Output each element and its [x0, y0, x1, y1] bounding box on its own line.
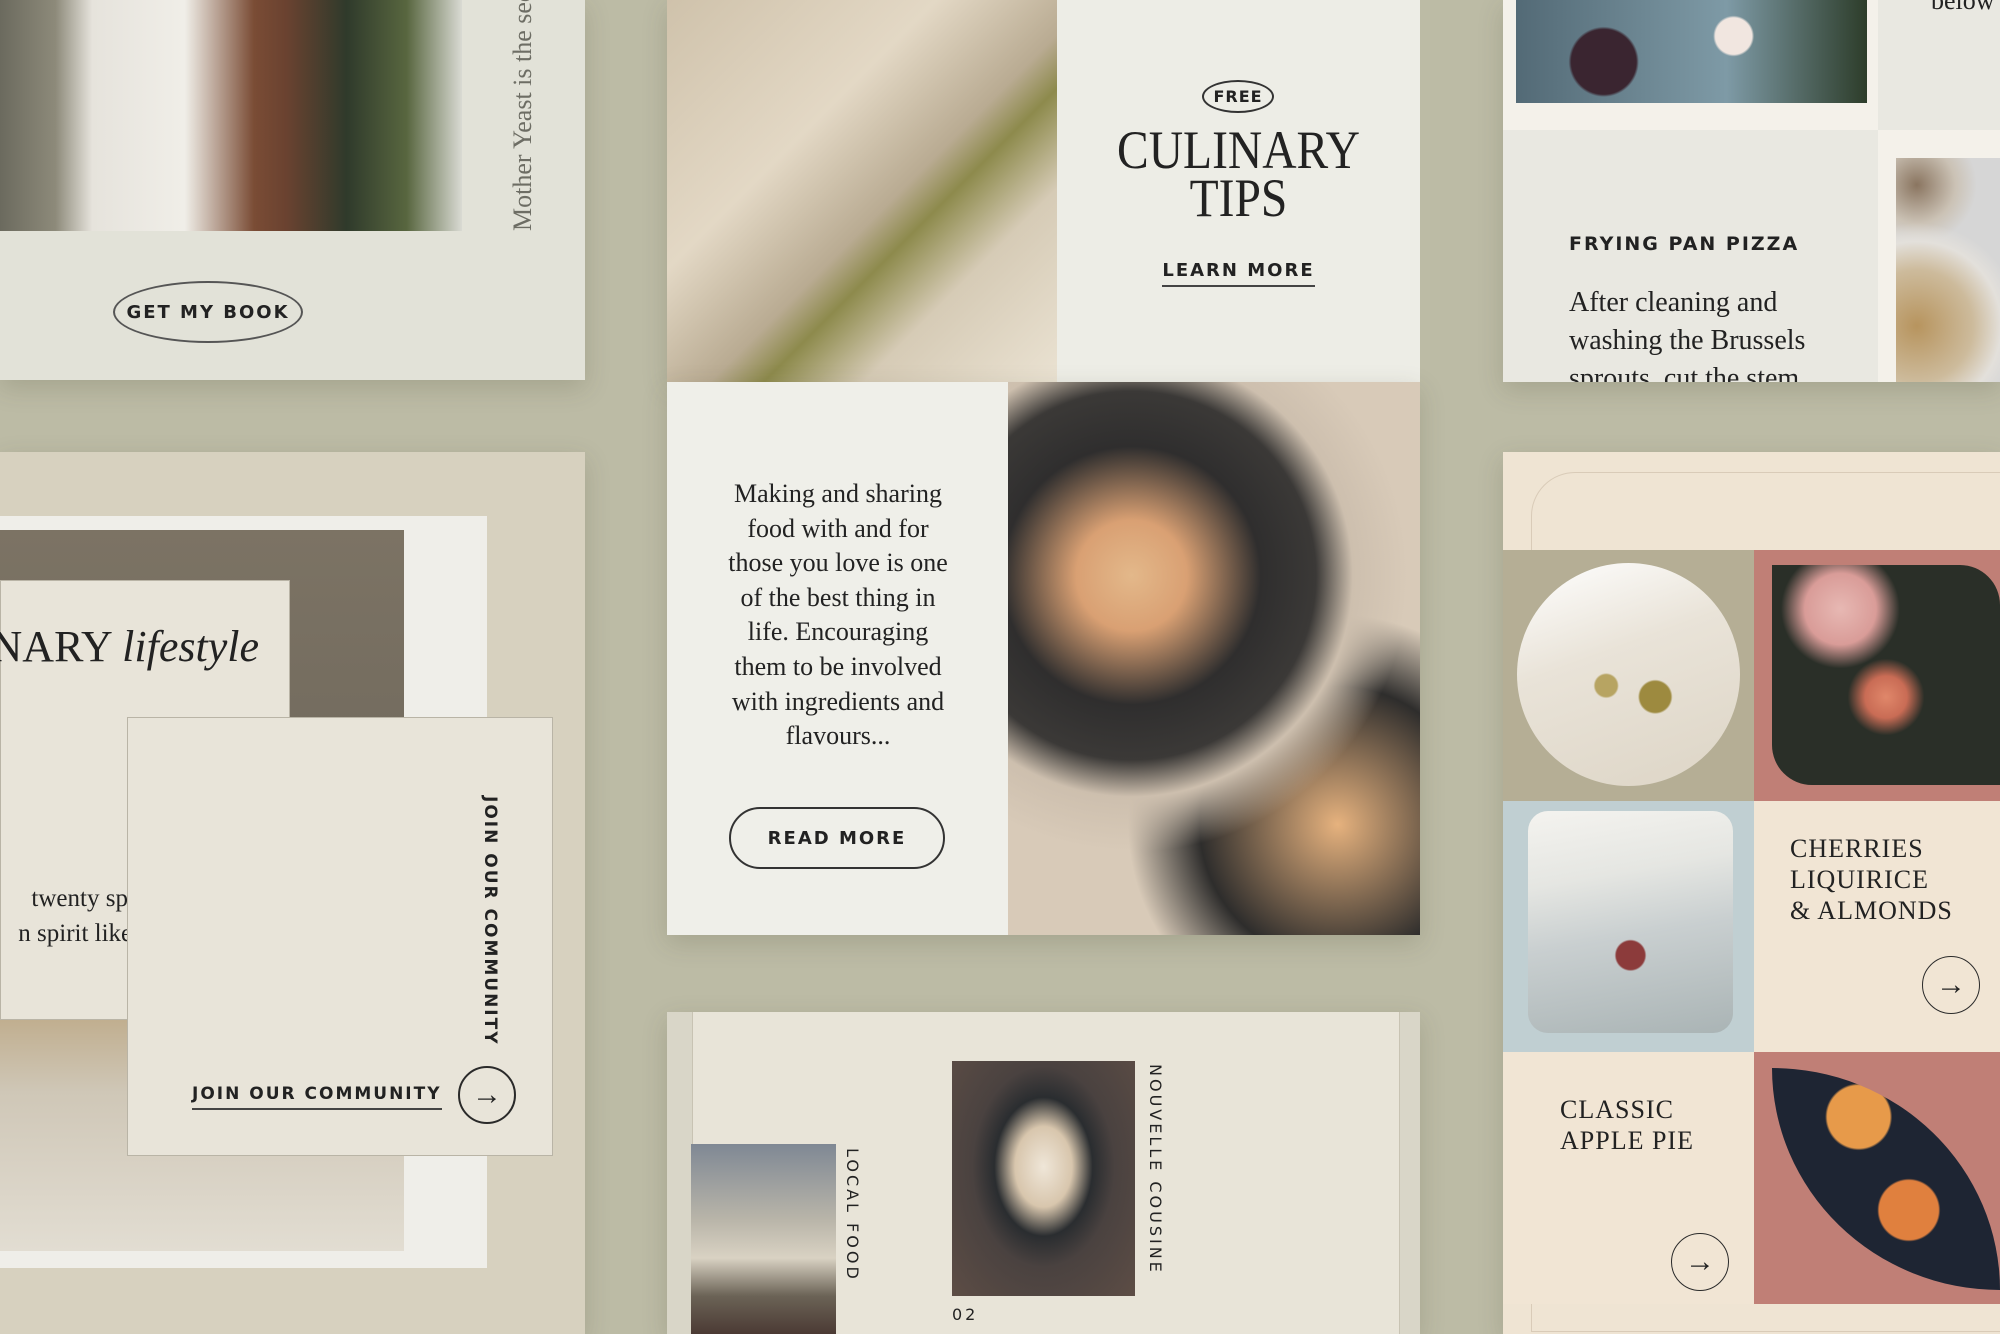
plums-photo — [1516, 0, 1867, 103]
pizza-title: FRYING PAN PIZZA — [1569, 233, 1800, 255]
window-plants-photo — [0, 0, 462, 231]
apple-pie-title: CLASSIC APPLE PIE — [1560, 1095, 1694, 1155]
read-more-button[interactable]: READ MORE — [729, 807, 945, 869]
page-number: 02 — [952, 1305, 979, 1324]
join-community-link[interactable]: JOIN OUR COMMUNITY — [192, 1084, 442, 1110]
cherries-title: CHERRIES LIQUIRICE & ALMONDS — [1790, 834, 1953, 925]
sharing-card: Making and sharing food with and for tho… — [667, 382, 1420, 935]
corner-text: below — [1931, 0, 1995, 15]
sharing-body: Making and sharing food with and for tho… — [728, 479, 948, 751]
pears-shadow-photo — [667, 0, 1057, 382]
learn-more-link[interactable]: LEARN MORE — [1162, 260, 1315, 287]
cell-oranges — [1754, 1052, 2000, 1304]
learn-more-wrap: LEARN MORE — [1057, 260, 1420, 287]
pizza-card: below FRYING PAN PIZZA After cleaning an… — [1503, 0, 2000, 382]
book-fruit-photo — [1528, 811, 1733, 1033]
recipe-grid-card: CHERRIES LIQUIRICE & ALMONDS → CLASSIC A… — [1503, 452, 2000, 1334]
vertical-community-label: JOIN OUR COMMUNITY — [480, 796, 500, 1046]
pizza-right-panel — [1878, 130, 2000, 382]
pear-yogurt-photo — [952, 1061, 1135, 1296]
cell-pears — [1503, 550, 1754, 801]
pears-circle-photo — [1517, 563, 1740, 786]
get-my-book-button[interactable]: GET MY BOOK — [113, 281, 303, 343]
cell-flowers — [1754, 550, 2000, 801]
apple-slices-photo — [1008, 382, 1420, 935]
lifestyle-card: NARY lifestyle twenty spring of in n spi… — [0, 452, 585, 1334]
free-badge: FREE — [1202, 80, 1274, 113]
flowers-photo — [1772, 565, 2000, 785]
cell-apple-pie: CLASSIC APPLE PIE → — [1503, 1052, 1754, 1304]
local-food-label: LOCAL FOOD — [843, 1148, 862, 1282]
pizza-body: After cleaning and washing the Brussels … — [1569, 287, 1806, 382]
arrow-right-icon[interactable]: → — [1671, 1233, 1729, 1291]
headline: NARY lifestyle — [0, 622, 259, 671]
arrow-right-icon[interactable]: → — [458, 1066, 516, 1124]
culinary-tips-card: FREE CULINARY TIPS LEARN MORE — [1057, 0, 1420, 382]
cell-cherries: CHERRIES LIQUIRICE & ALMONDS → — [1754, 801, 2000, 1052]
arrow-right-icon[interactable]: → — [1922, 956, 1980, 1014]
oranges-photo — [1772, 1068, 2000, 1290]
community-card: JOIN OUR COMMUNITY JOIN OUR COMMUNITY → — [127, 717, 553, 1156]
culinary-tips-title: CULINARY TIPS — [1117, 120, 1360, 228]
pizza-top-panel — [1503, 0, 1878, 130]
nouvelle-cousine-label: NOUVELLE COUSINE — [1146, 1064, 1165, 1275]
vertical-tagline: Mother Yeast is the secr — [508, 0, 537, 231]
local-food-card: LOCAL FOOD NOUVELLE COUSINE 02 — [667, 1012, 1420, 1334]
porridge-photo — [1896, 158, 2000, 382]
figs-photo — [691, 1144, 836, 1334]
book-card: Mother Yeast is the secr GET MY BOOK — [0, 0, 585, 380]
sharing-text-panel: Making and sharing food with and for tho… — [667, 382, 1008, 935]
cell-book — [1503, 801, 1754, 1052]
